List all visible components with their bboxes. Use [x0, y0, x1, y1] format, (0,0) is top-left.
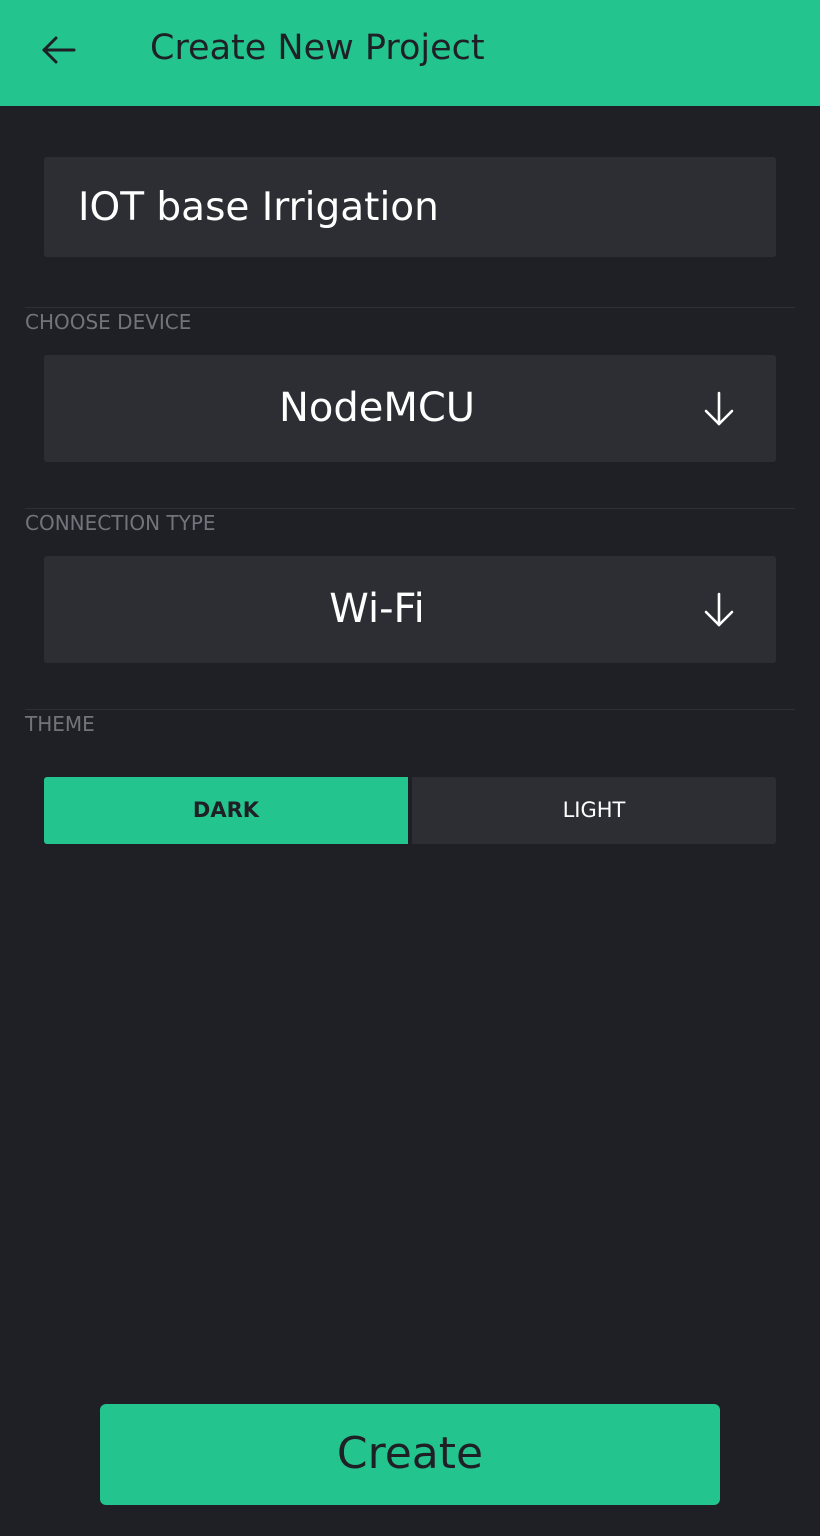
arrow-down-icon: [704, 391, 734, 426]
theme-selector: DARK LIGHT: [44, 777, 776, 844]
connection-dropdown[interactable]: Wi-Fi: [44, 556, 776, 663]
theme-light-button[interactable]: LIGHT: [412, 777, 776, 844]
choose-device-label: CHOOSE DEVICE: [25, 310, 192, 334]
arrow-down-icon: [704, 592, 734, 627]
app-header: Create New Project: [0, 0, 820, 106]
connection-value: Wi-Fi: [329, 586, 425, 632]
divider: [25, 709, 795, 710]
divider: [25, 508, 795, 509]
page-title: Create New Project: [150, 28, 485, 68]
theme-label: THEME: [25, 712, 95, 736]
back-button[interactable]: [28, 22, 88, 78]
create-button[interactable]: Create: [100, 1404, 720, 1505]
device-value: NodeMCU: [278, 385, 476, 431]
device-dropdown[interactable]: NodeMCU: [44, 355, 776, 462]
connection-type-label: CONNECTION TYPE: [25, 511, 216, 535]
arrow-left-icon: [42, 36, 76, 64]
project-name-input[interactable]: [44, 157, 776, 257]
divider: [25, 307, 795, 308]
theme-dark-button[interactable]: DARK: [44, 777, 408, 844]
